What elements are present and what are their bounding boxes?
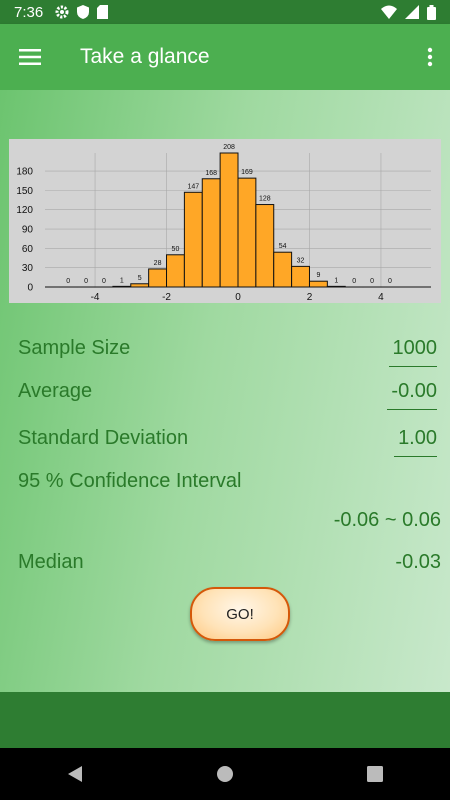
menu-button[interactable]	[0, 24, 60, 90]
bar-value-label: 0	[102, 278, 106, 285]
home-button[interactable]	[195, 748, 255, 800]
histogram-bar	[237, 177, 257, 288]
histogram-bar	[166, 254, 185, 288]
bar-value-label: 28	[154, 260, 162, 267]
status-time: 7:36	[14, 3, 44, 21]
y-tick-label: 90	[22, 225, 34, 236]
x-tick-label: 2	[307, 292, 313, 303]
histogram-bar	[273, 251, 293, 288]
hamburger-icon	[19, 49, 41, 65]
overflow-menu-button[interactable]	[410, 24, 450, 90]
y-tick-label: 180	[16, 167, 33, 178]
histogram-bar	[219, 152, 239, 288]
std-input[interactable]: 1.00	[394, 427, 437, 457]
x-tick-label: 0	[235, 292, 241, 303]
histogram-bar	[148, 268, 168, 288]
ci-value: -0.06 ~ 0.06	[333, 509, 441, 531]
bar-value-label: 168	[205, 170, 217, 177]
recents-button[interactable]	[345, 748, 405, 800]
bar-value-label: 1	[334, 277, 338, 284]
back-button[interactable]	[45, 748, 105, 800]
bar-value-label: 169	[241, 169, 253, 176]
bar-value-label: 208	[223, 144, 235, 151]
bar-value-label: 5	[138, 275, 142, 282]
y-tick-label: 120	[16, 205, 33, 216]
system-nav-bar	[0, 748, 450, 800]
bar-value-label: 0	[352, 278, 356, 285]
bar-value-label: 128	[259, 196, 271, 203]
bar-value-label: 0	[388, 278, 392, 285]
bar-value-label: 147	[187, 183, 199, 190]
app-bar: Take a glance	[0, 24, 450, 90]
bar-value-label: 0	[370, 278, 374, 285]
bottom-bar	[0, 692, 450, 748]
std-label: Standard Deviation	[18, 427, 189, 449]
x-tick-label: -2	[162, 292, 171, 303]
bar-value-label: 9	[316, 272, 320, 279]
sample-size-label: Sample Size	[18, 337, 131, 359]
settings-icon	[55, 5, 69, 19]
median-value: -0.03	[395, 551, 441, 573]
x-tick-label: 4	[378, 292, 384, 303]
bar-value-label: 50	[172, 246, 180, 253]
ci-label: 95 % Confidence Interval	[18, 470, 242, 492]
back-triangle-icon	[68, 766, 82, 782]
home-circle-icon	[217, 766, 233, 782]
y-tick-label: 60	[22, 244, 34, 255]
bar-value-label: 1	[120, 277, 124, 284]
histogram-bar	[291, 265, 310, 288]
histogram-bar	[255, 204, 275, 288]
shield-icon	[77, 5, 90, 19]
status-bar: 7:36	[0, 0, 450, 24]
histogram-chart: 0 30 60 90 120 150 180 -4 -2 0 2 4 0 0 0 1 5 28 50 147 168 20…	[9, 139, 441, 303]
average-input[interactable]: -0.00	[387, 380, 437, 410]
sample-size-input[interactable]: 1000	[388, 337, 437, 367]
sd-card-icon	[97, 5, 109, 19]
y-tick-label: 150	[16, 186, 33, 197]
bar-value-label: 0	[84, 278, 88, 285]
go-button[interactable]: GO!	[190, 587, 290, 641]
wifi-icon	[381, 5, 397, 19]
page-title: Take a glance	[80, 45, 210, 68]
main-content: 0 30 60 90 120 150 180 -4 -2 0 2 4 0 0 0 1 5 28 50 147 168 20…	[0, 90, 450, 692]
recents-square-icon	[367, 766, 383, 782]
bar-value-label: 32	[297, 257, 305, 264]
signal-icon	[405, 5, 419, 19]
average-label: Average	[18, 380, 93, 402]
battery-icon	[427, 4, 436, 20]
y-tick-label: 0	[27, 283, 33, 294]
median-label: Median	[18, 551, 84, 573]
more-vert-icon	[427, 47, 433, 67]
bar-value-label: 54	[279, 243, 287, 250]
histogram-bar	[201, 178, 221, 288]
y-tick-label: 30	[22, 263, 34, 274]
bar-value-label: 0	[66, 278, 70, 285]
x-tick-label: -4	[91, 292, 100, 303]
histogram-bar	[183, 191, 203, 288]
histogram-svg: 0306090120150180-4 -2 0 2 40 0 0 1 5285014716820…	[16, 144, 431, 303]
histogram-bar	[308, 280, 328, 288]
